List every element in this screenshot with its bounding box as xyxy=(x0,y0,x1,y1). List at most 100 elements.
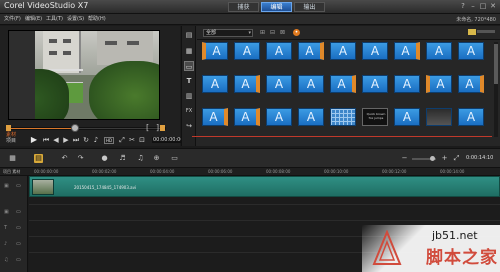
minimize-icon[interactable]: – xyxy=(469,2,477,10)
storyboard-view-icon[interactable]: ▦ xyxy=(8,154,17,163)
scrub-handle[interactable] xyxy=(70,124,79,132)
hd-badge[interactable]: HD xyxy=(104,137,115,144)
zoom-in-icon[interactable]: + xyxy=(440,154,449,163)
library-thumbnail[interactable] xyxy=(426,108,452,132)
graphic-icon[interactable]: ▥ xyxy=(184,91,194,101)
thumbnail-preview: A xyxy=(298,42,324,60)
redo-icon[interactable]: ↷ xyxy=(76,154,85,163)
tab-share[interactable]: 输出 xyxy=(294,2,325,12)
fit-project-icon[interactable]: ⤢ xyxy=(452,154,461,163)
track-manager-label[interactable]: 项目 素材 xyxy=(3,169,20,175)
title-lock-icon[interactable]: ▭ xyxy=(16,224,24,232)
home-icon[interactable]: ⏮ xyxy=(42,136,50,144)
library-thumbnail[interactable]: A xyxy=(394,75,420,99)
library-thumbnail[interactable]: A xyxy=(234,75,260,99)
menu-settings[interactable]: 设置(S) xyxy=(67,15,84,22)
voice-lock-icon[interactable]: ▭ xyxy=(16,240,24,248)
prev-frame-icon[interactable]: ◀ xyxy=(52,136,60,144)
library-thumbnail[interactable]: A xyxy=(202,108,228,132)
help-icon[interactable]: ? xyxy=(459,2,467,10)
path-icon[interactable]: ↪ xyxy=(184,121,194,131)
end-icon[interactable]: ⏭ xyxy=(72,136,80,144)
library-thumbnail[interactable]: A xyxy=(458,42,484,66)
get-more-icon[interactable]: • xyxy=(293,29,300,36)
subtitle-editor-icon[interactable]: ▭ xyxy=(170,154,179,163)
library-scrollbar[interactable] xyxy=(494,42,498,137)
library-thumbnail[interactable]: A xyxy=(202,75,228,99)
apply-random-icon[interactable]: ⊟ xyxy=(269,29,276,36)
thumbnail-size-slider[interactable] xyxy=(477,30,495,33)
library-thumbnail[interactable]: A xyxy=(330,42,356,66)
library-thumbnail[interactable]: A xyxy=(394,42,420,66)
library-thumbnail[interactable]: A xyxy=(394,108,420,132)
library-thumbnail[interactable]: A xyxy=(298,108,324,132)
media-icon[interactable]: ▤ xyxy=(184,30,194,40)
zoom-slider-knob[interactable] xyxy=(430,156,435,161)
volume-icon[interactable]: ♪ xyxy=(92,136,100,144)
video-clip[interactable]: 20150415_174845_174903.avi xyxy=(29,176,500,197)
zoom-out-icon[interactable]: − xyxy=(400,154,409,163)
motion-tracking-icon[interactable]: ⊕ xyxy=(152,154,161,163)
folder-icon[interactable] xyxy=(468,29,476,35)
tab-edit[interactable]: 编辑 xyxy=(261,2,292,12)
lock-icon[interactable]: ▭ xyxy=(16,182,24,190)
library-thumbnail[interactable] xyxy=(330,108,356,132)
split-icon[interactable]: ✂ xyxy=(128,136,136,144)
library-thumbnail[interactable]: A xyxy=(298,75,324,99)
apply-current-icon[interactable]: ⊠ xyxy=(279,29,286,36)
library-thumbnail[interactable]: A xyxy=(458,108,484,132)
record-capture-icon[interactable]: ● xyxy=(100,154,109,163)
auto-music-icon[interactable]: ♫ xyxy=(136,154,145,163)
repeat-icon[interactable]: ↻ xyxy=(82,136,90,144)
library-scrollbar-thumb[interactable] xyxy=(494,44,498,84)
maximize-icon[interactable]: □ xyxy=(479,2,487,10)
mark-out-bracket-icon[interactable]: ] xyxy=(156,123,159,132)
library-thumbnail[interactable]: A xyxy=(426,75,452,99)
filter-icon[interactable]: FX xyxy=(184,106,194,116)
library-thumbnail[interactable]: A xyxy=(298,42,324,66)
library-thumbnail[interactable]: A xyxy=(426,42,452,66)
mark-out-icon[interactable] xyxy=(160,125,165,131)
library-thumbnail[interactable]: A xyxy=(362,75,388,99)
sound-mixer-icon[interactable]: ♬ xyxy=(118,154,127,163)
library-thumbnail[interactable]: A xyxy=(362,42,388,66)
thumbnail-preview: A xyxy=(234,75,260,93)
thumbnail-preview: A xyxy=(426,42,452,60)
library-thumbnail[interactable]: A xyxy=(266,42,292,66)
transition-icon[interactable]: ▭ xyxy=(184,61,194,71)
player-timecode[interactable]: 00:00:00:00 xyxy=(152,137,185,143)
library-thumbnail[interactable]: A xyxy=(234,42,260,66)
library-thumbnail[interactable]: A xyxy=(202,42,228,66)
library-thumbnail[interactable]: A xyxy=(266,108,292,132)
fullscreen-icon[interactable]: ⤢ xyxy=(118,136,126,144)
instant-project-icon[interactable]: ▦ xyxy=(184,46,194,56)
timeline-ruler[interactable]: 项目 素材 00:00:00:00 00:00:02:00 00:00:04:0… xyxy=(0,168,500,176)
library-thumbnail[interactable]: A xyxy=(266,75,292,99)
menu-file[interactable]: 文件(F) xyxy=(4,15,21,22)
add-favorite-icon[interactable]: ⊞ xyxy=(259,29,266,36)
menu-help[interactable]: 帮助(H) xyxy=(88,15,106,22)
menu-tools[interactable]: 工具(T) xyxy=(46,15,63,22)
video-preview[interactable] xyxy=(8,30,160,120)
thumbnail-preview: A xyxy=(202,42,228,60)
enlarge-icon[interactable]: ⊡ xyxy=(138,136,146,144)
music-lock-icon[interactable]: ▭ xyxy=(16,256,24,264)
scrub-bar[interactable] xyxy=(6,127,166,130)
project-mode-label[interactable]: 项目 xyxy=(6,137,16,144)
library-thumbnail[interactable]: A xyxy=(330,75,356,99)
next-frame-icon[interactable]: ▶ xyxy=(62,136,70,144)
clip-mode-label[interactable]: 素材 xyxy=(6,131,16,138)
library-thumbnail[interactable]: Quick brown fox jumps xyxy=(362,108,388,132)
timeline-view-icon[interactable]: ▤ xyxy=(34,154,43,163)
close-icon[interactable]: ✕ xyxy=(489,2,497,10)
category-dropdown[interactable]: 全部 ▾ xyxy=(203,29,253,37)
tab-capture[interactable]: 捕获 xyxy=(228,2,259,12)
library-thumbnail[interactable]: A xyxy=(458,75,484,99)
library-thumbnail[interactable]: A xyxy=(234,108,260,132)
play-icon[interactable]: ▶ xyxy=(30,136,38,144)
menu-edit[interactable]: 编辑(E) xyxy=(25,15,42,22)
mark-in-bracket-icon[interactable]: [ xyxy=(146,123,149,132)
overlay-lock-icon[interactable]: ▭ xyxy=(16,208,24,216)
undo-icon[interactable]: ↶ xyxy=(60,154,69,163)
title-icon[interactable]: T xyxy=(184,76,194,86)
